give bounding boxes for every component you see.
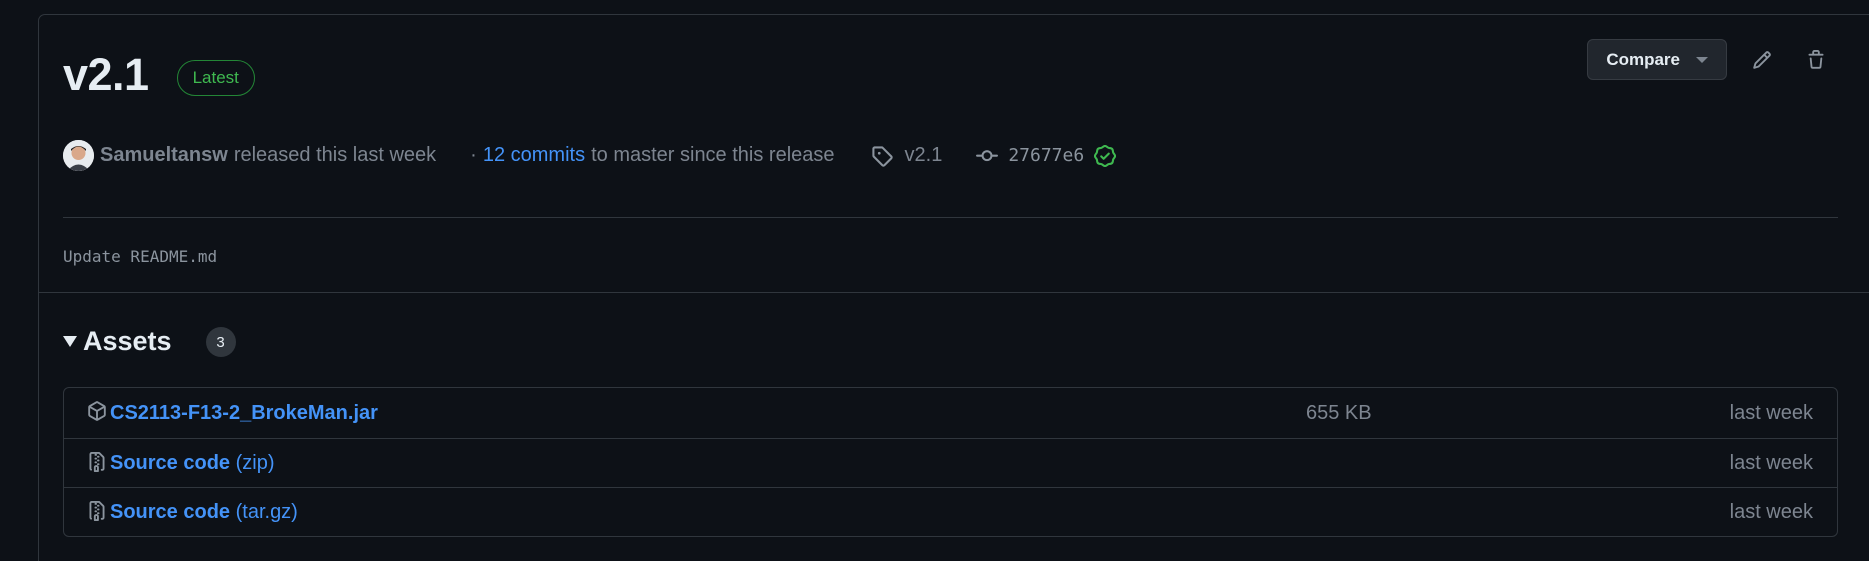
asset-download-link[interactable]: Source code (tar.gz) [110,501,298,524]
pencil-icon [1753,50,1771,69]
file-zip-icon [89,452,105,472]
commit-hash: 27677e6 [1008,145,1085,166]
asset-date: last week [1729,401,1813,424]
release-title[interactable]: v2.1 [63,49,149,101]
release-header: v2.1 Latest [63,49,255,101]
commits-suffix: to master since this release [591,144,835,166]
package-icon [88,401,106,421]
asset-size: 655 KB [1306,401,1372,424]
release-actions: Compare [1587,39,1835,80]
asset-row: CS2113-F13-2_BrokeMan.jar 655 KB last we… [64,388,1837,438]
edit-button[interactable] [1743,41,1781,79]
assets-count-badge: 3 [205,327,236,357]
tag-link[interactable]: v2.1 [871,144,943,167]
asset-row: Source code (zip) last week [64,438,1837,487]
author-link[interactable]: Samueltansw [100,144,228,167]
file-zip-icon [89,501,105,521]
commits-link[interactable]: 12 commits [483,144,585,167]
assets-toggle[interactable]: Assets 3 [63,325,236,357]
avatar[interactable] [63,140,94,171]
asset-download-link[interactable]: Source code (zip) [110,452,275,475]
assets-list: CS2113-F13-2_BrokeMan.jar 655 KB last we… [63,387,1838,537]
compare-label: Compare [1606,49,1680,69]
trash-icon [1808,49,1824,69]
divider [63,217,1838,218]
release-notes: Update README.md [63,247,218,266]
verified-check-icon[interactable] [1094,144,1117,167]
release-card: v2.1 Latest Compare Samueltansw released… [38,14,1869,561]
git-commit-icon [976,149,999,161]
separator-dot: · [470,144,477,166]
compare-button[interactable]: Compare [1587,39,1727,80]
release-meta: Samueltansw released this last week · 12… [63,140,1117,171]
latest-badge: Latest [176,60,255,96]
divider [39,292,1869,293]
released-text: released this last week [233,144,437,166]
commit-link[interactable]: 27677e6 [976,144,1117,167]
asset-download-link[interactable]: CS2113-F13-2_BrokeMan.jar [110,402,378,425]
asset-row: Source code (tar.gz) last week [64,487,1837,536]
triangle-down-icon [1696,56,1708,63]
tag-icon [871,145,893,167]
tag-label: v2.1 [904,144,943,166]
asset-date: last week [1729,500,1813,523]
delete-button[interactable] [1797,41,1835,79]
asset-date: last week [1729,451,1813,474]
triangle-down-icon [63,335,77,347]
assets-title: Assets [83,325,172,356]
